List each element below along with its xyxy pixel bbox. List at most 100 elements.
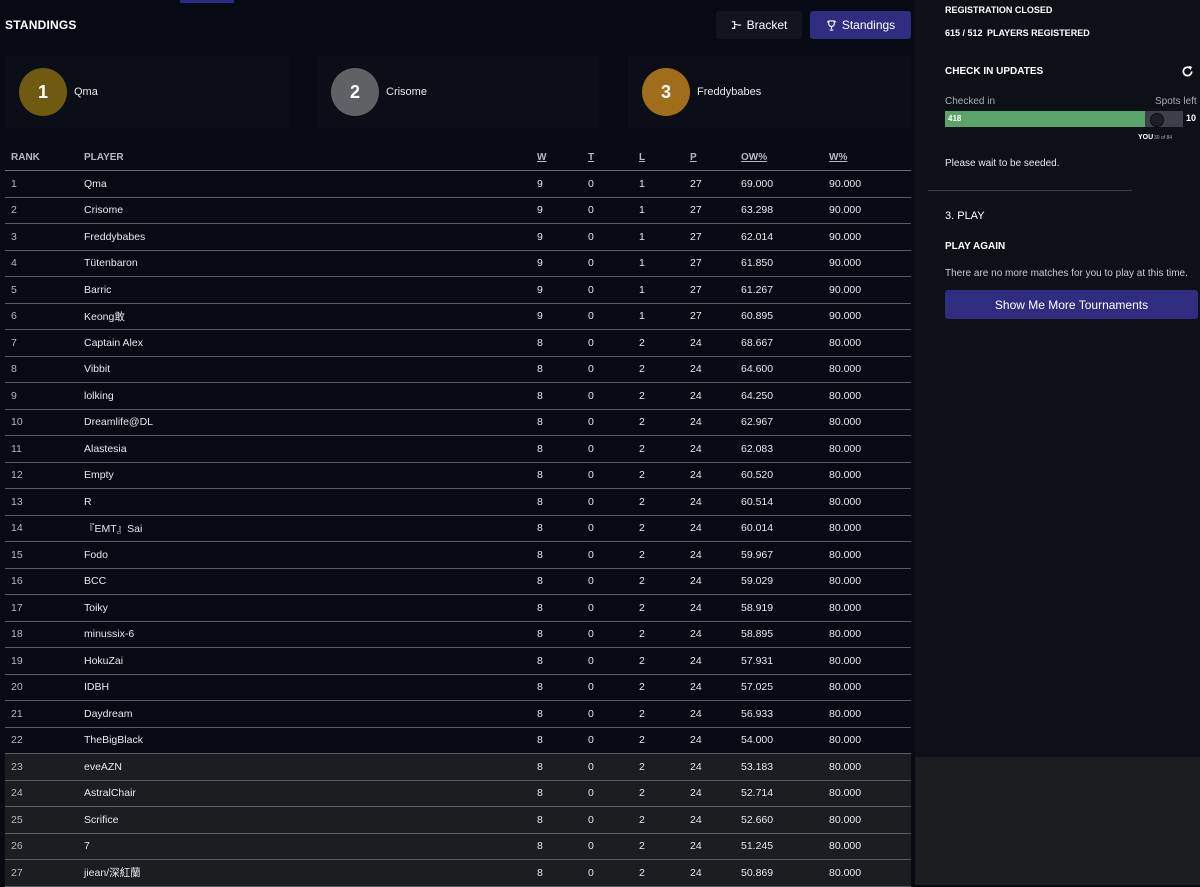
- ties-cell: 0: [582, 303, 633, 330]
- table-row[interactable]: 16 BCC 8 0 2 24 59.029 80.000: [5, 568, 911, 595]
- win-pct-cell: 80.000: [823, 488, 911, 516]
- points-cell: 24: [684, 674, 735, 701]
- opp-win-pct-cell: 57.931: [735, 647, 823, 675]
- ties-cell: 0: [582, 859, 633, 887]
- col-ties[interactable]: T: [582, 144, 633, 171]
- player-cell[interactable]: Fodo: [78, 541, 531, 569]
- table-row[interactable]: 24 AstralChair 8 0 2 24 52.714 80.000: [5, 780, 911, 807]
- win-pct-cell: 90.000: [823, 197, 911, 224]
- third-place-name[interactable]: Freddybabes: [697, 86, 761, 98]
- win-pct-cell: 80.000: [823, 833, 911, 860]
- table-row[interactable]: 20 IDBH 8 0 2 24 57.025 80.000: [5, 674, 911, 701]
- player-cell[interactable]: AstralChair: [78, 780, 531, 807]
- table-row[interactable]: 15 Fodo 8 0 2 24 59.967 80.000: [5, 541, 911, 569]
- table-row[interactable]: 4 Tütenbaron 9 0 1 27 61.850 90.000: [5, 250, 911, 277]
- table-row[interactable]: 1 Qma 9 0 1 27 69.000 90.000: [5, 170, 911, 198]
- win-pct-cell: 80.000: [823, 435, 911, 463]
- losses-cell: 2: [633, 541, 684, 569]
- player-cell[interactable]: minussix-6: [78, 621, 531, 648]
- player-cell[interactable]: Keong敢: [78, 303, 531, 330]
- player-cell[interactable]: Captain Alex: [78, 329, 531, 357]
- player-cell[interactable]: Freddybabes: [78, 223, 531, 251]
- player-cell[interactable]: Scrifice: [78, 806, 531, 834]
- player-cell[interactable]: Qma: [78, 170, 531, 198]
- table-row[interactable]: 26 7 8 0 2 24 51.245 80.000: [5, 833, 911, 860]
- losses-cell: 2: [633, 753, 684, 781]
- col-player: PLAYER: [78, 144, 531, 171]
- rank-cell: 27: [5, 859, 78, 887]
- spots-left-label: Spots left: [1155, 96, 1197, 107]
- col-win-pct[interactable]: W%: [823, 144, 911, 171]
- player-cell[interactable]: Dreamlife@DL: [78, 409, 531, 436]
- points-cell: 24: [684, 727, 735, 754]
- player-cell[interactable]: Empty: [78, 462, 531, 489]
- more-tournaments-button[interactable]: Show Me More Tournaments: [945, 290, 1198, 319]
- opp-win-pct-cell: 50.869: [735, 859, 823, 887]
- table-row[interactable]: 11 Alastesia 8 0 2 24 62.083 80.000: [5, 435, 911, 463]
- player-cell[interactable]: lolking: [78, 382, 531, 410]
- opp-win-pct-cell: 52.660: [735, 806, 823, 834]
- table-row[interactable]: 10 Dreamlife@DL 8 0 2 24 62.967 80.000: [5, 409, 911, 436]
- player-cell[interactable]: 『EMT』Sai: [78, 515, 531, 542]
- table-row[interactable]: 5 Barric 9 0 1 27 61.267 90.000: [5, 276, 911, 304]
- wins-cell: 9: [531, 197, 582, 224]
- player-cell[interactable]: R: [78, 488, 531, 516]
- col-points[interactable]: P: [684, 144, 735, 171]
- win-pct-cell: 80.000: [823, 515, 911, 542]
- player-cell[interactable]: HokuZai: [78, 647, 531, 675]
- table-row[interactable]: 9 lolking 8 0 2 24 64.250 80.000: [5, 382, 911, 410]
- table-row[interactable]: 7 Captain Alex 8 0 2 24 68.667 80.000: [5, 329, 911, 357]
- refresh-icon[interactable]: [1181, 65, 1194, 78]
- player-cell[interactable]: IDBH: [78, 674, 531, 701]
- ties-cell: 0: [582, 700, 633, 728]
- checkin-title: CHECK IN UPDATES: [945, 66, 1044, 77]
- table-row[interactable]: 12 Empty 8 0 2 24 60.520 80.000: [5, 462, 911, 489]
- player-cell[interactable]: BCC: [78, 568, 531, 595]
- col-losses[interactable]: L: [633, 144, 684, 171]
- player-cell[interactable]: eveAZN: [78, 753, 531, 781]
- losses-cell: 2: [633, 329, 684, 357]
- page-title: STANDINGS: [5, 18, 77, 32]
- player-cell[interactable]: Tütenbaron: [78, 250, 531, 277]
- player-cell[interactable]: jiean/深紅蘭: [78, 859, 531, 887]
- table-row[interactable]: 2 Crisome 9 0 1 27 63.298 90.000: [5, 197, 911, 224]
- bracket-button-label: Bracket: [746, 18, 788, 32]
- player-cell[interactable]: Toiky: [78, 594, 531, 622]
- wins-cell: 8: [531, 647, 582, 675]
- table-row[interactable]: 14 『EMT』Sai 8 0 2 24 60.014 80.000: [5, 515, 911, 542]
- checkin-progress-bar: 418: [945, 111, 1183, 127]
- player-cell[interactable]: Daydream: [78, 700, 531, 728]
- table-row[interactable]: 25 Scrifice 8 0 2 24 52.660 80.000: [5, 806, 911, 834]
- player-cell[interactable]: 7: [78, 833, 531, 860]
- table-row[interactable]: 19 HokuZai 8 0 2 24 57.931 80.000: [5, 647, 911, 675]
- losses-cell: 1: [633, 250, 684, 277]
- wins-cell: 9: [531, 276, 582, 304]
- player-cell[interactable]: Crisome: [78, 197, 531, 224]
- table-row[interactable]: 27 jiean/深紅蘭 8 0 2 24 50.869 80.000: [5, 859, 911, 887]
- player-cell[interactable]: TheBigBlack: [78, 727, 531, 754]
- col-wins[interactable]: W: [531, 144, 582, 171]
- table-row[interactable]: 22 TheBigBlack 8 0 2 24 54.000 80.000: [5, 727, 911, 754]
- first-place-name[interactable]: Qma: [74, 86, 98, 98]
- opp-win-pct-cell: 61.850: [735, 250, 823, 277]
- opp-win-pct-cell: 64.250: [735, 382, 823, 410]
- player-cell[interactable]: Alastesia: [78, 435, 531, 463]
- registered-label: PLAYERS REGISTERED: [987, 28, 1090, 38]
- player-cell[interactable]: Vibbit: [78, 356, 531, 383]
- table-row[interactable]: 21 Daydream 8 0 2 24 56.933 80.000: [5, 700, 911, 728]
- player-cell[interactable]: Barric: [78, 276, 531, 304]
- table-row[interactable]: 18 minussix-6 8 0 2 24 58.895 80.000: [5, 621, 911, 648]
- standings-button[interactable]: Standings: [810, 11, 911, 39]
- points-cell: 24: [684, 594, 735, 622]
- table-row[interactable]: 8 Vibbit 8 0 2 24 64.600 80.000: [5, 356, 911, 383]
- losses-cell: 2: [633, 674, 684, 701]
- second-place-name[interactable]: Crisome: [386, 86, 427, 98]
- bracket-button[interactable]: Bracket: [716, 11, 802, 39]
- table-row[interactable]: 23 eveAZN 8 0 2 24 53.183 80.000: [5, 753, 911, 781]
- table-row[interactable]: 13 R 8 0 2 24 60.514 80.000: [5, 488, 911, 516]
- table-row[interactable]: 3 Freddybabes 9 0 1 27 62.014 90.000: [5, 223, 911, 251]
- table-row[interactable]: 6 Keong敢 9 0 1 27 60.895 90.000: [5, 303, 911, 330]
- col-opp-win-pct[interactable]: OW%: [735, 144, 823, 171]
- win-pct-cell: 80.000: [823, 329, 911, 357]
- table-row[interactable]: 17 Toiky 8 0 2 24 58.919 80.000: [5, 594, 911, 622]
